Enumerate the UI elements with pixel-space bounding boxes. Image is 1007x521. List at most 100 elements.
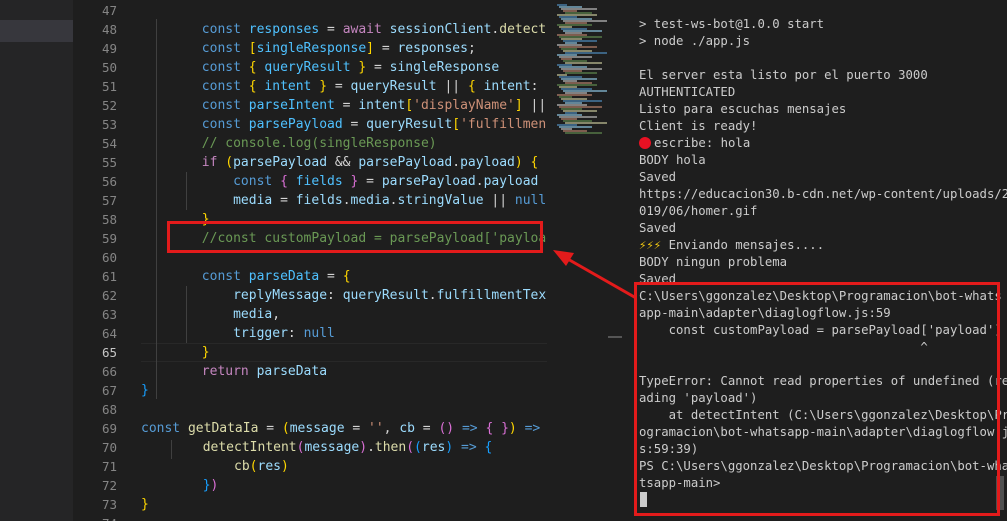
code-token: queryResult xyxy=(342,288,429,303)
code-token: = xyxy=(327,79,351,94)
code-line[interactable]: const { intent } = queryResult || { inte… xyxy=(202,77,547,96)
line-number: 59 xyxy=(101,231,117,246)
code-token: null xyxy=(514,193,547,208)
code-token: detectInter xyxy=(499,22,547,37)
terminal-line: El server esta listo por el puerto 3000 xyxy=(639,68,928,82)
code-token: responses xyxy=(248,22,320,37)
code-token: const xyxy=(233,174,281,189)
line-number: 73 xyxy=(101,497,117,512)
code-token: . xyxy=(475,174,484,189)
terminal-line-text: escribe: hola xyxy=(654,136,751,150)
code-line[interactable]: if (parsePayload && parsePayload.payload… xyxy=(202,153,539,172)
code-token: } xyxy=(350,60,367,75)
code-line[interactable]: } xyxy=(141,495,149,514)
code-token: = xyxy=(272,193,296,208)
code-line[interactable]: } xyxy=(141,381,149,400)
line-number: 56 xyxy=(101,174,117,189)
line-number: 57 xyxy=(101,193,117,208)
code-token: message xyxy=(304,440,360,455)
code-token: } xyxy=(201,345,210,360)
code-token: && xyxy=(327,155,359,170)
code-token: = xyxy=(334,98,359,113)
code-token: queryResult xyxy=(264,60,351,75)
code-token: if xyxy=(201,155,226,170)
line-number: 55 xyxy=(101,155,117,170)
line-number: 61 xyxy=(101,269,117,284)
terminal-line: escribe: hola xyxy=(639,135,750,152)
code-line[interactable]: }) xyxy=(171,476,219,495)
line-number: 53 xyxy=(101,117,117,132)
line-number: 54 xyxy=(101,136,117,151)
code-line[interactable]: const parseData = { xyxy=(202,267,351,286)
indent-guide xyxy=(186,286,187,343)
code-token: [ xyxy=(405,98,414,113)
code-token: intent xyxy=(358,98,406,113)
code-line[interactable]: // console.log(singleResponse) xyxy=(202,134,437,153)
code-token: detectIntent xyxy=(202,440,297,455)
code-token: res xyxy=(257,459,281,474)
code-token: . xyxy=(452,155,461,170)
terminal-line: BODY hola xyxy=(639,153,706,167)
code-line[interactable]: return parseData xyxy=(202,362,327,381)
code-token: res xyxy=(421,440,446,455)
code-line[interactable]: media, xyxy=(202,305,280,324)
code-token: media xyxy=(233,193,273,208)
code-line[interactable]: const parseIntent = intent['displayName'… xyxy=(202,96,547,115)
code-token: // console.log(singleResponse) xyxy=(201,136,437,151)
code-token: { } xyxy=(485,421,509,436)
minimap[interactable] xyxy=(547,0,617,521)
code-line[interactable]: const { fields } = parsePayload.payload xyxy=(202,172,538,191)
code-token: } xyxy=(141,497,149,512)
code-line[interactable]: const [singleResponse] = responses; xyxy=(202,39,476,58)
line-number: 65 xyxy=(101,345,117,360)
code-token: => xyxy=(453,440,485,455)
code-token: 'displayName' xyxy=(413,98,515,113)
code-line[interactable]: media = fields.media.stringValue || null xyxy=(202,191,546,210)
red-circle-icon xyxy=(639,137,651,149)
code-token: stringValue xyxy=(397,193,484,208)
code-editor[interactable]: 47 48 49 50 51 52 53 54 55 56 57 58 59 60 61 62 63 64 65 66… xyxy=(73,0,547,521)
code-token: fulfillmentText xyxy=(436,288,547,303)
code-line[interactable]: } xyxy=(202,343,210,362)
code-token: } xyxy=(141,383,149,398)
code-line[interactable]: trigger: null xyxy=(202,324,335,343)
code-token: cb xyxy=(234,459,250,474)
terminal-line: Saved xyxy=(639,170,677,184)
code-token: . xyxy=(367,440,375,455)
code-token: parsePayload xyxy=(233,155,328,170)
sidebar-selected-item[interactable] xyxy=(0,20,73,42)
code-token: . xyxy=(428,288,437,303)
code-token: responses xyxy=(397,41,468,56)
code-line[interactable]: const getDataIa = (message = '', cb = ()… xyxy=(141,419,547,438)
code-line[interactable]: const parsePayload = queryResult['fulfil… xyxy=(202,115,547,134)
code-line[interactable]: detectIntent(message).then((res) => { xyxy=(171,438,493,457)
code-token: ) xyxy=(508,421,517,436)
error-highlight-box xyxy=(634,282,1000,516)
code-line[interactable]: const responses = await sessionClient.de… xyxy=(202,20,547,39)
code-token: const xyxy=(201,22,249,37)
terminal-line: ⚡⚡⚡ Enviando mensajes.... xyxy=(639,237,824,254)
code-token: media xyxy=(350,193,390,208)
code-line[interactable]: replyMessage: queryResult.fulfillmentTex… xyxy=(202,286,547,305)
code-token: sessionClient xyxy=(389,22,492,37)
code-line[interactable]: const { queryResult } = singleResponse xyxy=(202,58,499,77)
code-token: ) xyxy=(280,459,289,474)
code-token: fields xyxy=(295,193,343,208)
code-token: const xyxy=(201,60,249,75)
code-token: ( xyxy=(225,155,234,170)
code-token: . xyxy=(342,193,351,208)
code-token: const xyxy=(201,98,249,113)
line-number: 69 xyxy=(101,421,117,436)
code-token: queryResult xyxy=(366,117,453,132)
terminal-line: Saved xyxy=(639,221,677,235)
code-token: fields xyxy=(295,174,343,189)
indent-guide xyxy=(171,440,172,459)
code-highlight-box xyxy=(167,221,543,253)
code-token: () xyxy=(438,421,455,436)
code-line[interactable]: cb(res) xyxy=(171,457,289,476)
editor-scrollbar[interactable] xyxy=(608,0,622,521)
line-number: 68 xyxy=(101,402,117,417)
code-token: message xyxy=(289,421,345,436)
code-token: trigger xyxy=(233,326,288,341)
